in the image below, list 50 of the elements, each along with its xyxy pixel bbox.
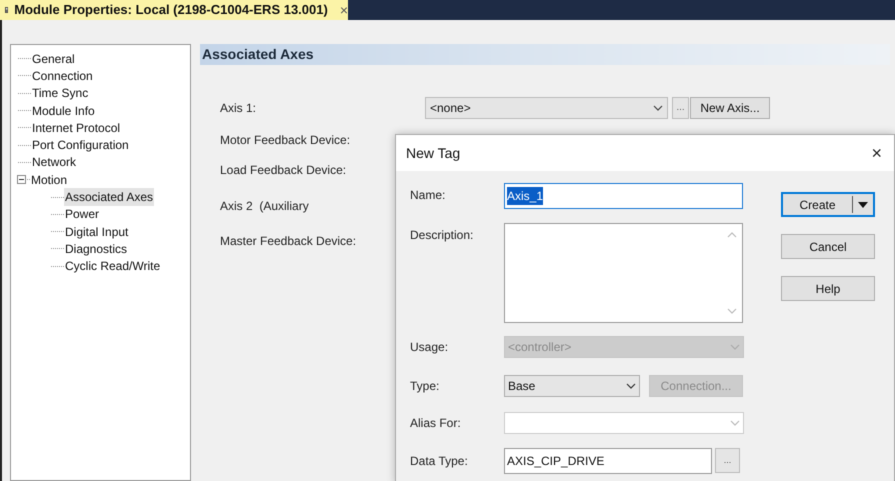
- dialog-button[interactable]: Help: [781, 276, 875, 301]
- tree-item[interactable]: General: [31, 50, 76, 68]
- chevron-down-icon: [626, 383, 636, 389]
- field-label: Axis 2 (Auxiliary: [220, 198, 309, 214]
- scroll-up-icon: [727, 232, 737, 238]
- browse-button[interactable]: ...: [672, 97, 689, 119]
- field-label: Data Type:: [410, 453, 469, 470]
- window-title: Module Properties: Local (2198-C1004-ERS 13.001): [14, 1, 328, 20]
- dropdown-arrow-icon[interactable]: [858, 202, 868, 208]
- tree-item[interactable]: Diagnostics: [64, 240, 128, 258]
- field-label: Alias For:: [410, 415, 462, 432]
- chevron-down-icon: [653, 105, 663, 111]
- chevron-down-icon: [730, 344, 740, 350]
- tree-item[interactable]: Connection: [31, 66, 94, 85]
- section-header: Associated Axes: [200, 44, 890, 65]
- tree-item[interactable]: Motion: [30, 170, 68, 189]
- description-field[interactable]: [504, 223, 743, 323]
- scroll-down-icon: [727, 308, 737, 314]
- tree-item[interactable]: Time Sync: [31, 84, 90, 102]
- field-label: Usage:: [410, 339, 450, 356]
- tree-item[interactable]: Power: [64, 205, 100, 224]
- tree-item[interactable]: Port Configuration: [31, 136, 130, 154]
- new-axis-button[interactable]: New Axis...: [690, 97, 770, 119]
- field-label: Master Feedback Device:: [220, 233, 356, 249]
- field-label: Load Feedback Device:: [220, 162, 346, 178]
- dialog-title: New Tag: [406, 144, 460, 163]
- tree-item[interactable]: Network: [31, 153, 78, 172]
- chevron-down-icon: [730, 420, 740, 426]
- tree-item[interactable]: Internet Protocol: [31, 118, 122, 137]
- dropdown-field[interactable]: [504, 412, 744, 434]
- tree-item[interactable]: Digital Input: [64, 222, 130, 241]
- tree-item[interactable]: Module Info: [31, 102, 96, 120]
- tree-item[interactable]: Associated Axes: [64, 188, 154, 206]
- field-label: Motor Feedback Device:: [220, 132, 350, 148]
- close-button[interactable]: ×: [871, 144, 882, 162]
- tree-item[interactable]: Cyclic Read/Write: [64, 257, 162, 276]
- field-label: Axis 1:: [220, 100, 258, 117]
- axis-dropdown[interactable]: <none>: [425, 97, 668, 119]
- field-label: Type:: [410, 378, 440, 395]
- dialog-button[interactable]: Cancel: [781, 234, 875, 259]
- window-tab[interactable]: Module Properties: Local (2198-C1004-ERS 13.001) ×: [0, 0, 348, 20]
- field-label: Description:: [410, 227, 474, 244]
- field-label: Name:: [410, 187, 446, 204]
- name-field[interactable]: Axis_1: [504, 183, 743, 209]
- browse-button[interactable]: ...: [715, 448, 740, 473]
- close-button[interactable]: ×: [340, 0, 348, 20]
- data-type-field[interactable]: AXIS_CIP_DRIVE: [504, 448, 712, 474]
- dropdown-field[interactable]: Base: [504, 375, 640, 397]
- create-button[interactable]: Create: [781, 192, 875, 217]
- collapse-icon[interactable]: [17, 175, 26, 184]
